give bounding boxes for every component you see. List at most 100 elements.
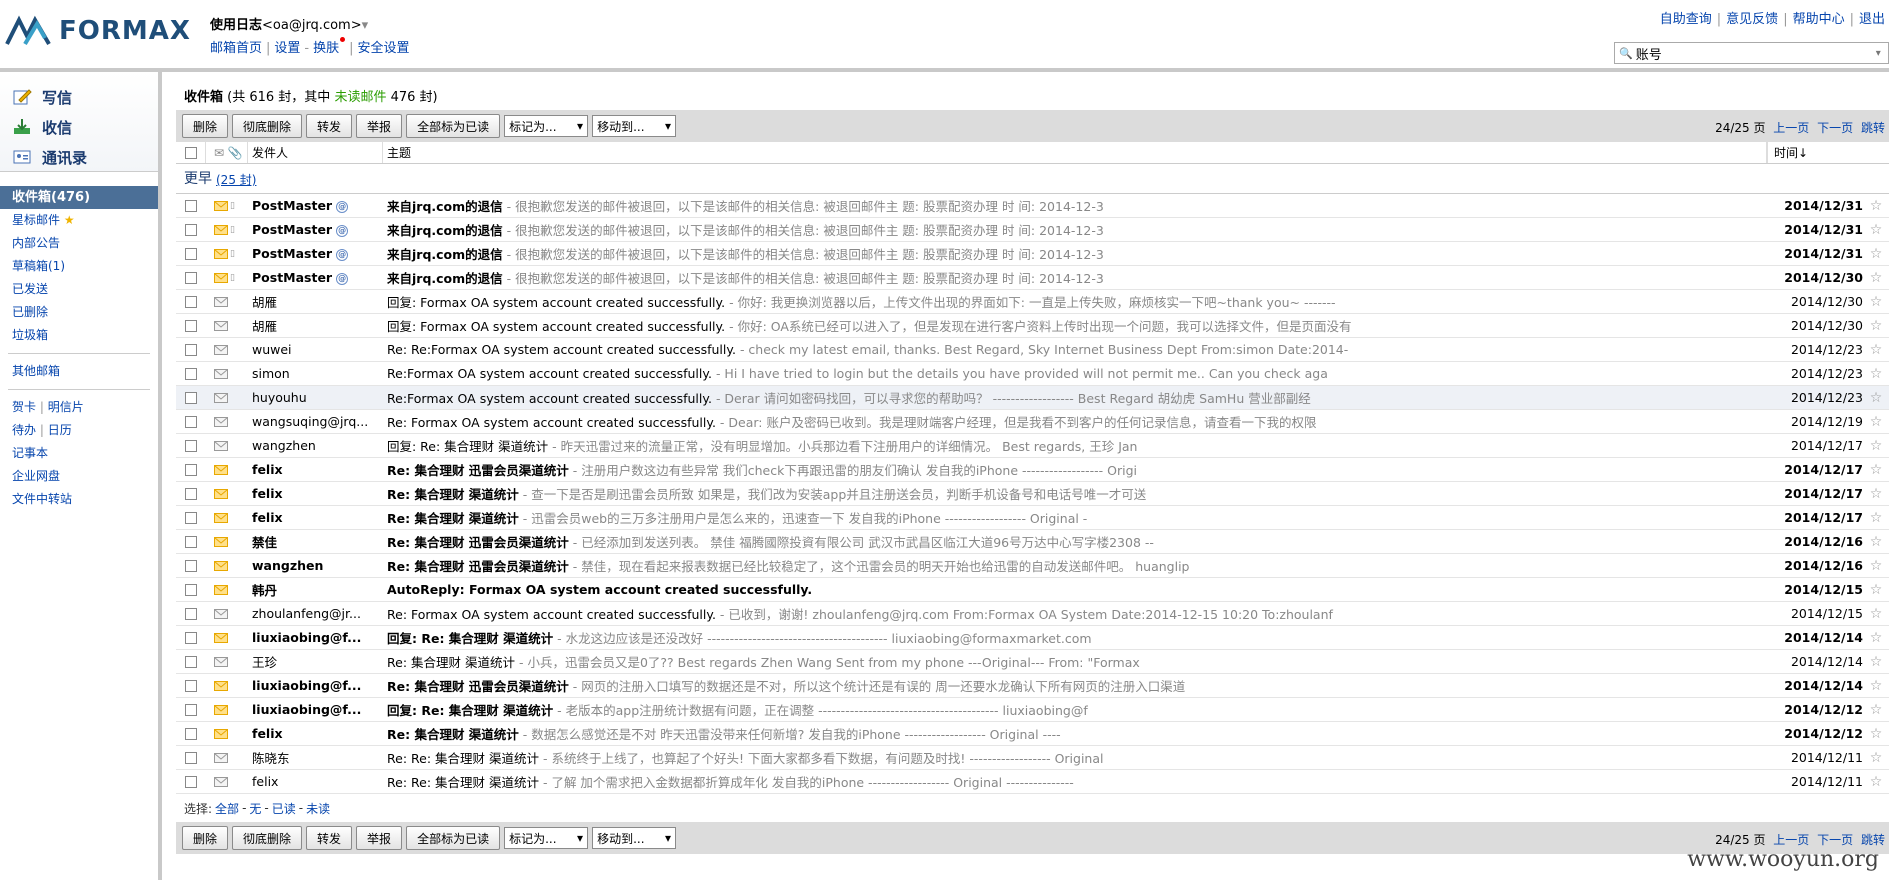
search-dropdown-icon[interactable]: ▾ [1876, 48, 1881, 59]
mark-as-select[interactable]: 标记为... ▾ [504, 115, 589, 137]
prev-page-link[interactable]: 上一页 [1773, 833, 1809, 847]
star-outline-icon[interactable]: ☆ [1863, 270, 1889, 286]
link-logout[interactable]: 退出 [1859, 12, 1885, 27]
star-outline-icon[interactable]: ☆ [1863, 582, 1889, 598]
table-row[interactable]: 禁佳 Re: 集合理财 迅雷会员渠道统计 - 已经添加到发送列表。 禁佳 福腾國際… [176, 530, 1889, 554]
row-subject[interactable]: 回复: Re: 集合理财 渠道统计 - 水龙这边应该是还没改好 --------… [383, 628, 1767, 647]
row-checkbox[interactable] [176, 343, 206, 356]
row-subject[interactable]: 来自jrq.com的退信 - 很抱歉您发送的邮件被退回，以下是该邮件的相关信息:… [383, 196, 1767, 215]
row-subject[interactable]: Re: 集合理财 迅雷会员渠道统计 - 已经添加到发送列表。 禁佳 福腾國際投資… [383, 532, 1767, 551]
row-subject[interactable]: 回复: Formax OA system account created suc… [383, 292, 1767, 311]
row-checkbox[interactable] [176, 703, 206, 716]
folder-deleted[interactable]: 已删除 [0, 301, 158, 324]
compose-button[interactable]: 写信 [0, 82, 158, 112]
row-checkbox[interactable] [176, 223, 206, 236]
row-subject[interactable]: Re: 集合理财 渠道统计 - 数据怎么感觉还是不对 昨天迅雷没带来任何新增? … [383, 724, 1767, 743]
receive-button[interactable]: 收信 [0, 112, 158, 142]
table-row[interactable]: zhoulanfeng@jr... Re: Formax OA system ac… [176, 602, 1889, 626]
row-sender[interactable]: 陈晓东 [248, 748, 383, 767]
row-subject[interactable]: Re: 集合理财 渠道统计 - 查一下是否是刷迅雷会员所致 如果是，我们改为安装… [383, 484, 1767, 503]
select-read-link[interactable]: 已读 [272, 800, 296, 817]
link-postcard[interactable]: 明信片 [48, 400, 84, 414]
link-file-transfer[interactable]: 文件中转站 [0, 488, 158, 511]
logo[interactable]: FORMAX [5, 14, 191, 48]
row-checkbox[interactable] [176, 751, 206, 764]
row-subject[interactable]: Re: Re:Formax OA system account created … [383, 342, 1767, 357]
account-dropdown-icon[interactable]: ▾ [362, 18, 369, 33]
star-outline-icon[interactable]: ☆ [1863, 390, 1889, 406]
folder-sent[interactable]: 已发送 [0, 278, 158, 301]
star-outline-icon[interactable]: ☆ [1863, 414, 1889, 430]
table-row[interactable]: felix Re: Re: 集合理财 渠道统计 - 了解 加个需求把入金数据都折算… [176, 770, 1889, 794]
row-sender[interactable]: PostMaster @ [248, 222, 383, 237]
row-subject[interactable]: Re: 集合理财 迅雷会员渠道统计 - 网页的注册入口填写的数据还是不对，所以这… [383, 676, 1767, 695]
star-outline-icon[interactable]: ☆ [1863, 534, 1889, 550]
row-checkbox[interactable] [176, 487, 206, 500]
row-sender[interactable]: 韩丹 [248, 580, 383, 599]
row-subject[interactable]: Re: Re: 集合理财 渠道统计 - 了解 加个需求把入金数据都折算成年化 发… [383, 772, 1767, 791]
column-time[interactable]: 时间↓ [1767, 142, 1889, 163]
nav-skin[interactable]: 换肤 [313, 41, 339, 56]
row-subject[interactable]: 回复: Re: 集合理财 渠道统计 - 老版本的app注册统计数据有问题，正在调… [383, 700, 1767, 719]
jump-page-link[interactable]: 跳转 [1861, 121, 1885, 135]
star-outline-icon[interactable]: ☆ [1863, 726, 1889, 742]
row-checkbox[interactable] [176, 295, 206, 308]
search-box[interactable]: 🔍 ▾ [1614, 42, 1889, 64]
row-sender[interactable]: liuxiaobing@f... [248, 702, 383, 717]
next-page-link[interactable]: 下一页 [1817, 121, 1853, 135]
row-checkbox[interactable] [176, 679, 206, 692]
table-row[interactable]: felix Re: 集合理财 渠道统计 - 数据怎么感觉还是不对 昨天迅雷没带来任… [176, 722, 1889, 746]
permanent-delete-button[interactable]: 彻底删除 [232, 114, 303, 138]
row-subject[interactable]: Re: Formax OA system account created suc… [383, 412, 1767, 431]
link-help[interactable]: 帮助中心 [1793, 12, 1845, 27]
table-row[interactable]: wangsuqing@jrq... Re: Formax OA system ac… [176, 410, 1889, 434]
star-outline-icon[interactable]: ☆ [1863, 750, 1889, 766]
row-sender[interactable]: felix [248, 726, 383, 741]
row-subject[interactable]: Re: 集合理财 迅雷会员渠道统计 - 禁佳，现在看起来报表数据已经比较稳定了，… [383, 556, 1767, 575]
folder-announcements[interactable]: 内部公告 [0, 232, 158, 255]
link-self-query[interactable]: 自助查询 [1660, 12, 1712, 27]
row-sender[interactable]: wangsuqing@jrq... [248, 414, 383, 429]
row-subject[interactable]: 来自jrq.com的退信 - 很抱歉您发送的邮件被退回，以下是该邮件的相关信息:… [383, 220, 1767, 239]
table-row[interactable]: ▯ PostMaster @ 来自jrq.com的退信 - 很抱歉您发送的邮件被退回，… [176, 242, 1889, 266]
row-checkbox[interactable] [176, 559, 206, 572]
table-row[interactable]: liuxiaobing@f... 回复: Re: 集合理财 渠道统计 - 水龙这边… [176, 626, 1889, 650]
row-checkbox[interactable] [176, 367, 206, 380]
link-todo[interactable]: 待办 [12, 423, 36, 437]
column-subject[interactable]: 主题 [383, 142, 1767, 163]
row-sender[interactable]: 王珍 [248, 652, 383, 671]
row-checkbox[interactable] [176, 247, 206, 260]
row-checkbox[interactable] [176, 631, 206, 644]
star-outline-icon[interactable]: ☆ [1863, 678, 1889, 694]
row-sender[interactable]: felix [248, 486, 383, 501]
row-checkbox[interactable] [176, 775, 206, 788]
row-checkbox[interactable] [176, 727, 206, 740]
search-input[interactable] [1635, 45, 1876, 61]
next-page-link[interactable]: 下一页 [1817, 833, 1853, 847]
row-sender[interactable]: PostMaster @ [248, 246, 383, 261]
table-row[interactable]: ▯ PostMaster @ 来自jrq.com的退信 - 很抱歉您发送的邮件被退回，… [176, 266, 1889, 290]
row-sender[interactable]: felix [248, 462, 383, 477]
star-outline-icon[interactable]: ☆ [1863, 342, 1889, 358]
table-row[interactable]: liuxiaobing@f... Re: 集合理财 迅雷会员渠道统计 - 网页的注… [176, 674, 1889, 698]
table-row[interactable]: felix Re: 集合理财 渠道统计 - 迅雷会员web的三万多注册用户是怎么来… [176, 506, 1889, 530]
row-subject[interactable]: Re: Re: 集合理财 渠道统计 - 系统终于上线了，也算起了个好头! 下面大… [383, 748, 1767, 767]
folder-other-mail[interactable]: 其他邮箱 [0, 360, 158, 383]
folder-drafts[interactable]: 草稿箱(1) [0, 255, 158, 278]
table-row[interactable]: felix Re: 集合理财 迅雷会员渠道统计 - 注册用户数这边有些异常 我们c… [176, 458, 1889, 482]
forward-button[interactable]: 转发 [306, 114, 353, 138]
row-checkbox[interactable] [176, 463, 206, 476]
star-outline-icon[interactable]: ☆ [1863, 366, 1889, 382]
row-checkbox[interactable] [176, 583, 206, 596]
table-row[interactable]: felix Re: 集合理财 渠道统计 - 查一下是否是刷迅雷会员所致 如果是，我… [176, 482, 1889, 506]
row-subject[interactable]: Re:Formax OA system account created succ… [383, 366, 1767, 381]
star-outline-icon[interactable]: ☆ [1863, 486, 1889, 502]
mark-all-read-button[interactable]: 全部标为已读 [406, 114, 501, 138]
table-row[interactable]: 王珍 Re: 集合理财 渠道统计 - 小兵，迅雷会员又是0了?? Best reg… [176, 650, 1889, 674]
row-sender[interactable]: felix [248, 774, 383, 789]
star-outline-icon[interactable]: ☆ [1863, 246, 1889, 262]
star-outline-icon[interactable]: ☆ [1863, 438, 1889, 454]
unread-link[interactable]: 未读邮件 [334, 90, 386, 105]
row-checkbox[interactable] [176, 535, 206, 548]
table-row[interactable]: wuwei Re: Re:Formax OA system account cre… [176, 338, 1889, 362]
